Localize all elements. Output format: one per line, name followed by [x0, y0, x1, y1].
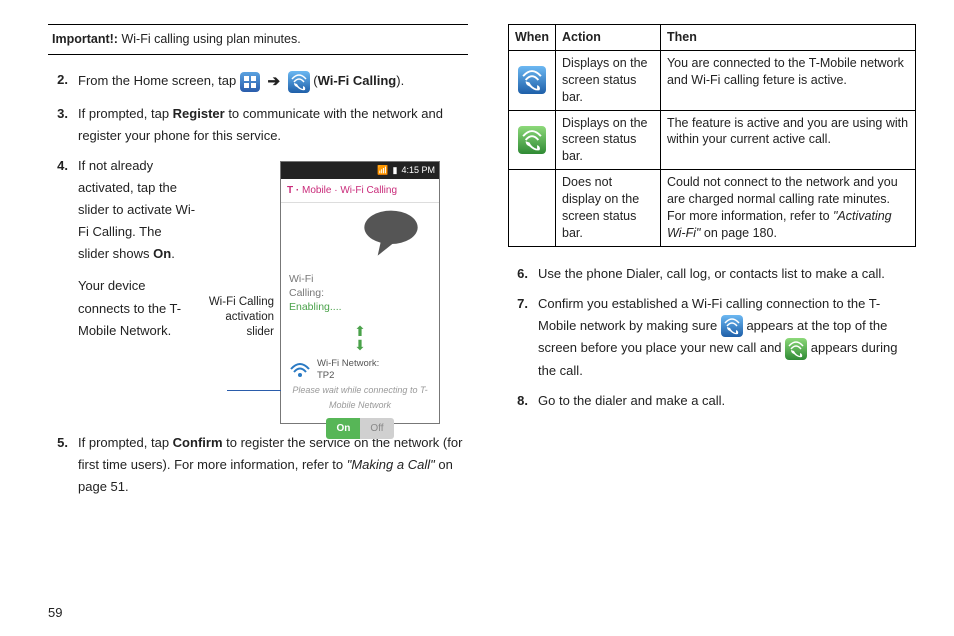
step-number: 5.: [48, 432, 78, 498]
right-column: When Action Then Displays on the screen …: [508, 24, 916, 626]
annotation-line: [227, 390, 281, 391]
step-number: 7.: [508, 293, 538, 382]
steps-left: 2. From the Home screen, tap ➔ (Wi-Fi Ca…: [48, 69, 468, 498]
step-body: Use the phone Dialer, call log, or conta…: [538, 263, 916, 285]
step-body: If prompted, tap Confirm to register the…: [78, 432, 468, 498]
step-body: Confirm you established a Wi-Fi calling …: [538, 293, 916, 382]
cross-ref: "Making a Call": [347, 457, 435, 472]
page-number: 59: [48, 602, 62, 624]
wifi-calling-toggle: On Off: [289, 418, 431, 439]
step-number: 6.: [508, 263, 538, 285]
register-label: Register: [173, 106, 225, 121]
col-then: Then: [660, 25, 915, 51]
step-5: 5. If prompted, tap Confirm to register …: [48, 432, 468, 498]
row2-icon: [509, 110, 556, 170]
step-body: From the Home screen, tap ➔ (Wi-Fi Calli…: [78, 69, 468, 95]
apps-grid-icon: [240, 72, 260, 92]
important-note: Important!: Wi-Fi calling using plan min…: [48, 24, 468, 55]
table-header-row: When Action Then: [509, 25, 916, 51]
important-label: Important!:: [52, 32, 118, 46]
battery-icon: ▮: [393, 163, 398, 178]
speech-bubble-icon: [355, 209, 427, 259]
sync-arrows-icon: ⬆⬇: [289, 324, 431, 352]
step-8: 8. Go to the dialer and make a call.: [508, 390, 916, 412]
row3-then: Could not connect to the network and you…: [660, 170, 915, 247]
confirm-label: Confirm: [173, 435, 223, 450]
phone-body: Wi-Fi Calling: Enabling.... ⬆⬇ Wi-Fi Net…: [281, 203, 439, 423]
row1-action: Displays on the screen status bar.: [556, 50, 661, 110]
row2-action: Displays on the screen status bar.: [556, 110, 661, 170]
phone-screen-title: T · Mobile · Wi-Fi Calling: [281, 179, 439, 203]
arrow-icon: ➔: [263, 73, 284, 90]
row1-then: You are connected to the T-Mobile networ…: [660, 50, 915, 110]
signal-icon: 📶: [377, 163, 388, 178]
step4-text: If not already activated, tap the slider…: [78, 155, 196, 424]
steps-right: 6. Use the phone Dialer, call log, or co…: [508, 263, 916, 413]
wifi-calling-status: Wi-Fi Calling: Enabling....: [289, 273, 431, 314]
wifi-network-row: Wi-Fi Network:TP2: [289, 358, 431, 381]
connecting-text: Please wait while connecting to T-Mobile…: [289, 383, 431, 414]
toggle-off: Off: [360, 418, 393, 439]
toggle-on: On: [326, 418, 360, 439]
row2-then: The feature is active and you are using …: [660, 110, 915, 170]
phone-status-bar: 📶 ▮ 4:15 PM: [281, 162, 439, 179]
step-7: 7. Confirm you established a Wi-Fi calli…: [508, 293, 916, 382]
row3-action: Does not display on the screen status ba…: [556, 170, 661, 247]
wifi-calling-blue-icon: [288, 71, 310, 93]
col-action: Action: [556, 25, 661, 51]
wifi-icon: [289, 361, 311, 379]
left-column: Important!: Wi-Fi calling using plan min…: [48, 24, 468, 626]
wifi-calling-blue-icon: [721, 315, 743, 337]
table-row: Displays on the screen status bar. You a…: [509, 50, 916, 110]
step-3: 3. If prompted, tap Register to communic…: [48, 103, 468, 147]
table-row: Displays on the screen status bar. The f…: [509, 110, 916, 170]
step-number: 3.: [48, 103, 78, 147]
col-when: When: [509, 25, 556, 51]
step-number: 2.: [48, 69, 78, 95]
step-6: 6. Use the phone Dialer, call log, or co…: [508, 263, 916, 285]
important-text: Wi-Fi calling using plan minutes.: [121, 32, 300, 46]
row3-icon: [509, 170, 556, 247]
step-number: 4.: [48, 155, 78, 424]
phone-screenshot: 📶 ▮ 4:15 PM T · Mobile · Wi-Fi Calling: [280, 161, 440, 424]
step-2: 2. From the Home screen, tap ➔ (Wi-Fi Ca…: [48, 69, 468, 95]
when-action-then-table: When Action Then Displays on the screen …: [508, 24, 916, 247]
step-body: Go to the dialer and make a call.: [538, 390, 916, 412]
step-4: 4. If not already activated, tap the sli…: [48, 155, 468, 424]
wifi-calling-green-icon: [518, 126, 546, 154]
status-time: 4:15 PM: [401, 163, 435, 178]
step-body: If prompted, tap Register to communicate…: [78, 103, 468, 147]
table-row: Does not display on the screen status ba…: [509, 170, 916, 247]
slider-annotation: Wi-Fi Calling activation slider: [202, 155, 274, 424]
wifi-calling-blue-icon: [518, 66, 546, 94]
step-body: If not already activated, tap the slider…: [78, 155, 468, 424]
wifi-calling-green-icon: [785, 338, 807, 360]
step-number: 8.: [508, 390, 538, 412]
wifi-calling-label: Wi-Fi Calling: [318, 73, 397, 88]
row1-icon: [509, 50, 556, 110]
